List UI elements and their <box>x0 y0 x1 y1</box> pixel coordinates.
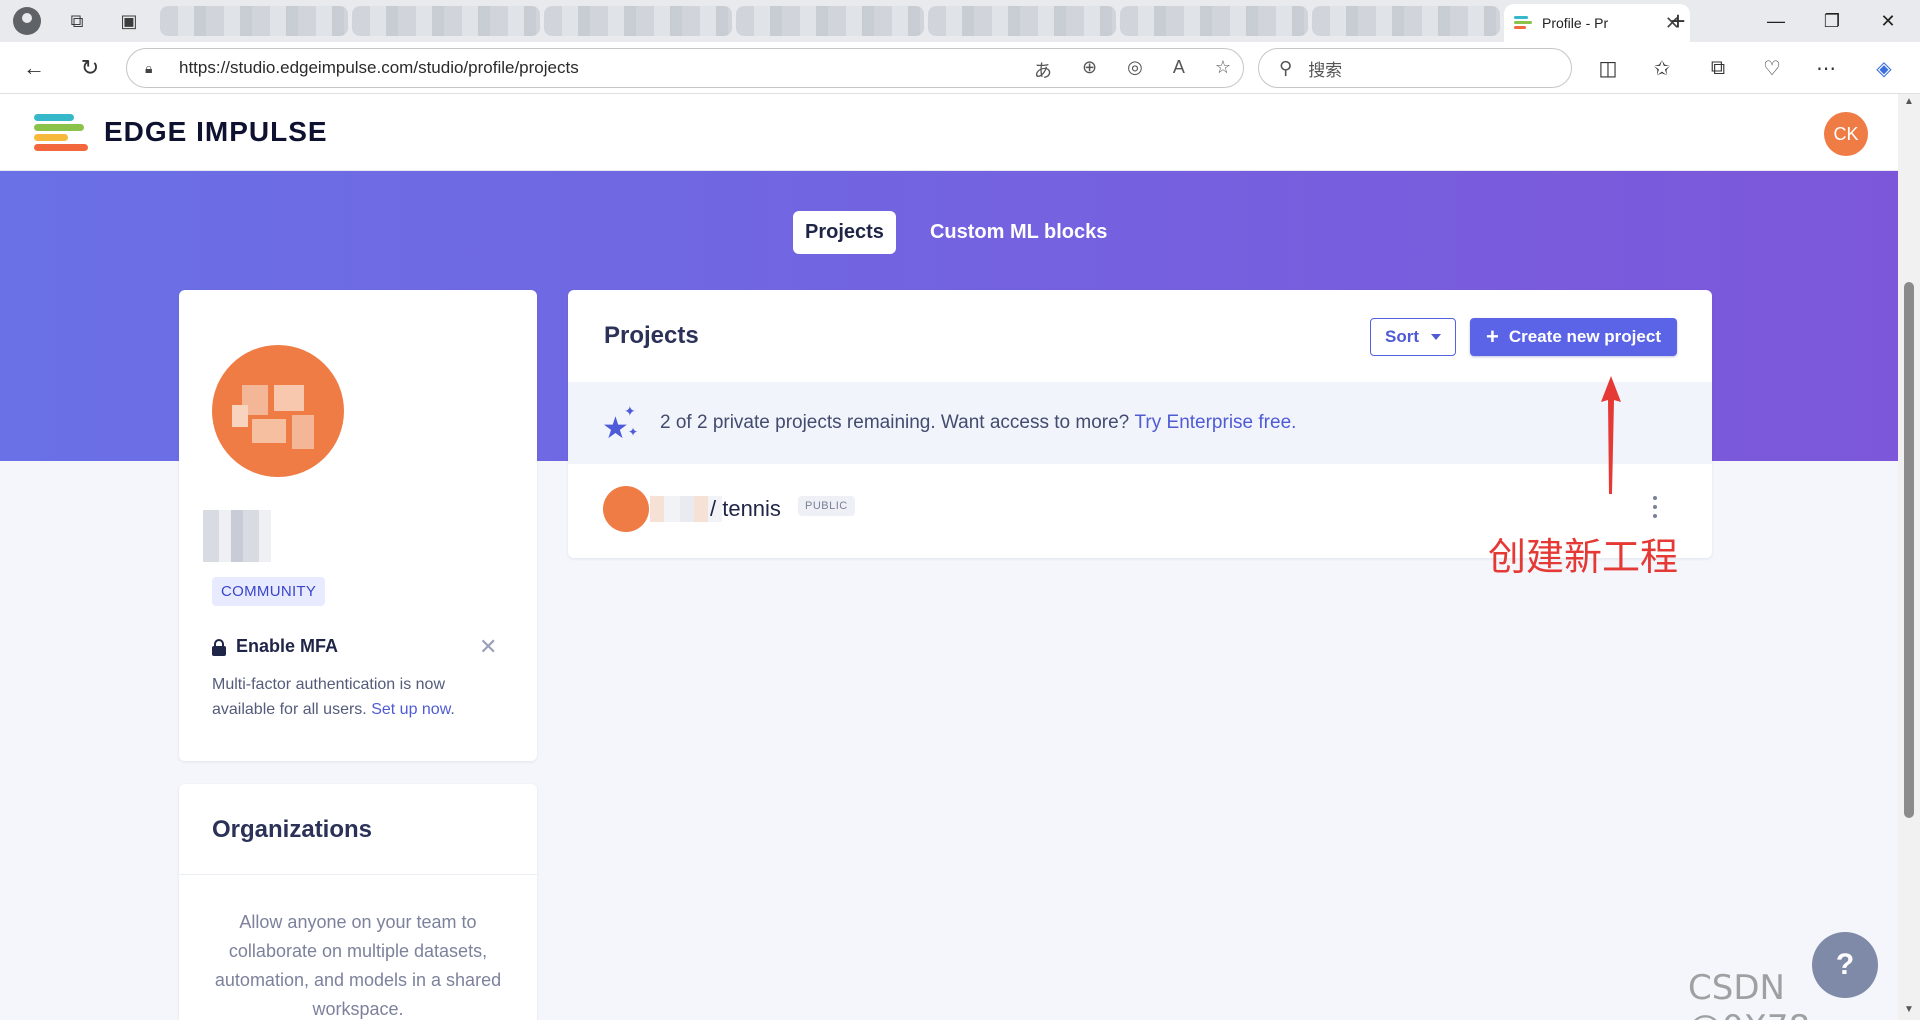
annotation-text: 创建新工程 <box>1488 535 1679 579</box>
blurred-tab[interactable] <box>544 6 732 36</box>
try-enterprise-link[interactable]: Try Enterprise free. <box>1135 412 1297 434</box>
profile-icon[interactable] <box>0 0 42 42</box>
brand-name[interactable]: EDGE IMPULSE <box>104 116 328 148</box>
project-name[interactable]: / tennis <box>710 496 781 522</box>
url-text: https://studio.edgeimpulse.com/studio/pr… <box>179 58 579 77</box>
blurred-tab[interactable] <box>928 6 1116 36</box>
scroll-up-icon[interactable]: ▲ <box>1902 96 1916 107</box>
plan-badge: COMMUNITY <box>212 577 326 606</box>
promo-text: 2 of 2 private projects remaining. Want … <box>660 412 1130 433</box>
divider <box>179 874 537 875</box>
sort-label: Sort <box>1385 327 1419 346</box>
visibility-badge: PUBLIC <box>798 496 855 516</box>
page-viewport: EDGE IMPULSE CK Projects Custom ML block… <box>0 94 1898 1020</box>
blurred-tab[interactable] <box>352 6 540 36</box>
blurred-tab[interactable] <box>160 6 348 36</box>
organizations-description: Allow anyone on your team to collaborate… <box>214 912 502 1019</box>
blurred-tab[interactable] <box>1120 6 1308 36</box>
page-scrollbar[interactable]: ▲ ▼ <box>1898 94 1920 1020</box>
owner-avatar <box>603 486 649 532</box>
copilot-icon[interactable]: ◈ <box>1870 54 1898 82</box>
more-options-icon[interactable]: ⋯ <box>1812 54 1840 82</box>
zoom-icon[interactable]: ⊕ <box>1082 57 1097 83</box>
watermark: CSDN @0X78 <box>1688 968 1810 1020</box>
user-avatar[interactable]: CK <box>1824 112 1868 156</box>
collections-icon[interactable]: ⧉ <box>1704 54 1732 82</box>
favorites-icon[interactable]: ✩ <box>1648 54 1676 82</box>
projects-card: Projects Sort + Create new project ★ ✦ ✦… <box>568 290 1712 558</box>
split-screen-icon[interactable]: ◫ <box>1594 54 1622 82</box>
sort-button[interactable]: Sort <box>1370 318 1456 356</box>
favorite-star-icon[interactable]: ☆ <box>1215 57 1231 83</box>
profile-avatar <box>212 345 344 477</box>
url-field[interactable]: 🔒︎ https://studio.edgeimpulse.com/studio… <box>126 48 1244 88</box>
profile-tabs: Projects Custom ML blocks <box>793 211 1119 254</box>
browser-essentials-icon[interactable]: ♡ <box>1758 54 1786 82</box>
refresh-icon[interactable]: ↻ <box>74 52 106 84</box>
search-placeholder: 搜索 <box>1308 60 1343 80</box>
sparkles-icon: ★ ✦ ✦ <box>602 403 639 445</box>
mfa-description: Multi-factor authentication is now avail… <box>212 672 512 722</box>
enterprise-promo-banner: ★ ✦ ✦ 2 of 2 private projects remaining.… <box>568 382 1712 464</box>
edge-impulse-logo-icon[interactable] <box>34 112 88 152</box>
scroll-down-icon[interactable]: ▼ <box>1902 1004 1916 1015</box>
projects-title: Projects <box>604 322 699 349</box>
other-tabs <box>160 6 1500 42</box>
tab-custom-ml-blocks[interactable]: Custom ML blocks <box>918 211 1119 254</box>
mfa-heading: Enable MFA <box>212 636 338 657</box>
blurred-tab[interactable] <box>1312 6 1500 36</box>
username-redacted <box>203 510 271 562</box>
workspaces-icon[interactable]: ⧉ <box>56 0 98 42</box>
organizations-title: Organizations <box>212 816 373 843</box>
scroll-thumb[interactable] <box>1904 282 1914 818</box>
tracking-icon[interactable]: ◎ <box>1127 57 1143 83</box>
tab-title: Profile - Pr <box>1542 15 1609 31</box>
read-aloud-icon[interactable]: A <box>1173 57 1185 83</box>
tab-projects[interactable]: Projects <box>793 211 896 254</box>
back-icon[interactable]: ← <box>18 52 50 84</box>
site-header: EDGE IMPULSE CK <box>0 94 1898 171</box>
edge-impulse-favicon-icon <box>1514 16 1532 30</box>
plus-icon: + <box>1486 324 1499 349</box>
vertical-tabs-icon[interactable]: ▣ <box>108 0 150 42</box>
project-options-kebab-icon[interactable] <box>1651 496 1659 518</box>
restore-icon[interactable]: ❐ <box>1804 0 1860 42</box>
annotation-arrow <box>1601 376 1621 494</box>
create-label: Create new project <box>1508 327 1661 346</box>
browser-tab-bar: ⧉ ▣ Profile - Pr ✕ + — ❐ ✕ <box>0 0 1920 42</box>
address-bar-row: ← ↻ 🔒︎ https://studio.edgeimpulse.com/st… <box>0 42 1920 94</box>
close-window-icon[interactable]: ✕ <box>1860 0 1916 42</box>
translate-icon[interactable]: あ <box>1034 57 1052 83</box>
minimize-icon[interactable]: — <box>1748 0 1804 42</box>
mfa-period: . <box>450 701 455 718</box>
lock-icon <box>212 638 226 656</box>
mfa-title: Enable MFA <box>236 636 339 656</box>
profile-card: COMMUNITY Enable MFA ✕ Multi-factor auth… <box>179 290 537 761</box>
browser-search-field[interactable]: ⚲ 搜索 <box>1258 48 1572 88</box>
organizations-card: Organizations Allow anyone on your team … <box>179 784 537 1020</box>
lock-icon: 🔒︎ <box>145 59 153 76</box>
mfa-setup-link[interactable]: Set up now <box>371 701 450 718</box>
caret-down-icon <box>1431 334 1441 340</box>
new-tab-icon[interactable]: + <box>1660 6 1696 36</box>
search-icon: ⚲ <box>1279 57 1293 78</box>
dismiss-mfa-close-icon[interactable]: ✕ <box>479 634 497 660</box>
create-new-project-button[interactable]: + Create new project <box>1470 318 1677 356</box>
blurred-tab[interactable] <box>736 6 924 36</box>
